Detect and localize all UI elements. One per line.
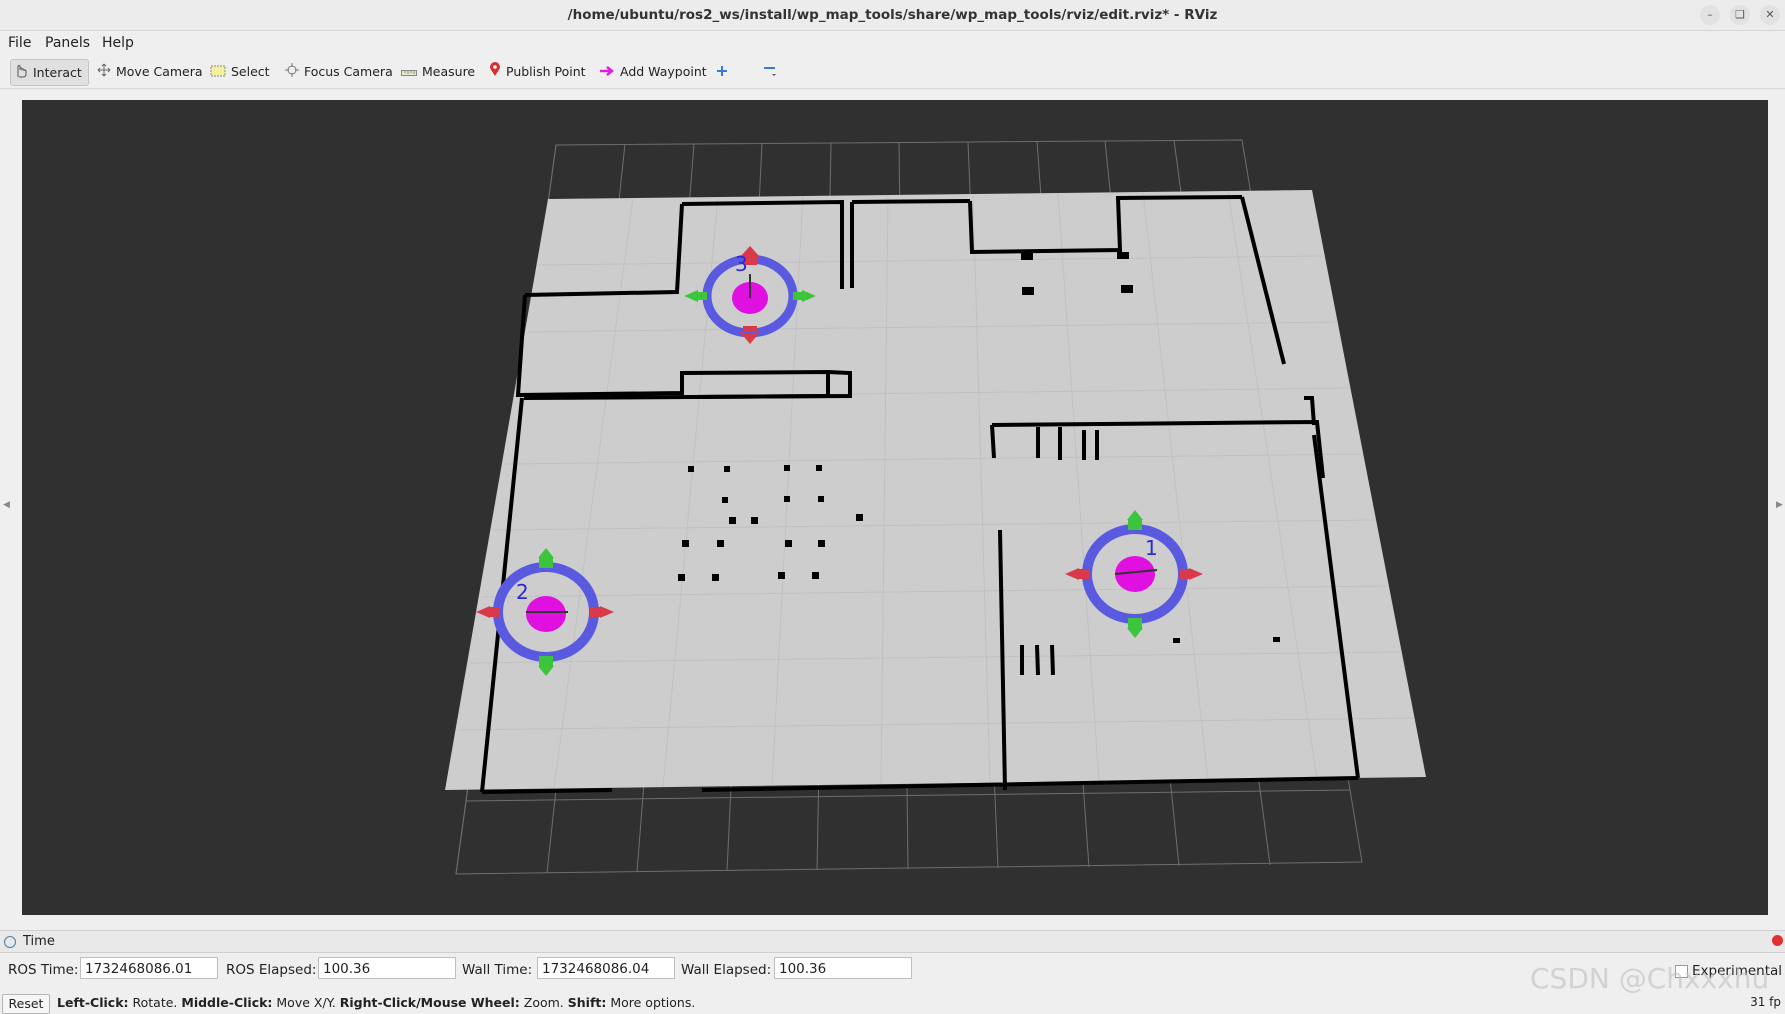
interact-tool-button[interactable]: Interact (10, 59, 89, 86)
time-panel-title: Time (23, 934, 55, 949)
map-render[interactable] (22, 100, 1768, 915)
hint-right-click-text: Zoom. (519, 995, 568, 1010)
select-tool-button[interactable]: Select (210, 59, 270, 84)
ruler-icon (401, 60, 417, 85)
hint-middle-click-text: Move X/Y. (272, 995, 340, 1010)
add-tool-button[interactable] (716, 59, 733, 84)
status-bar: Reset Left-Click: Rotate. Middle-Click: … (0, 992, 1785, 1014)
waypoint-label-2: 2 (516, 580, 529, 604)
ros-time-label: ROS Time: (8, 962, 79, 978)
fps-counter: 31 fp (1750, 995, 1781, 1009)
clock-icon (4, 936, 16, 948)
map-pin-icon (489, 60, 501, 85)
wall-elapsed-field[interactable]: 100.36 (774, 957, 912, 979)
waypoint-marker-1[interactable]: 1 (1065, 510, 1205, 640)
waypoint-icon (684, 246, 816, 344)
move-arrows-icon (97, 60, 111, 85)
interact-label: Interact (33, 65, 82, 80)
hint-shift: Shift: (567, 995, 607, 1010)
hand-pointer-icon (14, 61, 28, 86)
menu-file[interactable]: File (8, 35, 31, 51)
waypoint-marker-2[interactable]: 2 (476, 548, 616, 678)
close-icon[interactable]: ✕ (1760, 5, 1780, 25)
hint-right-click: Right-Click/Mouse Wheel: (339, 995, 520, 1010)
wall-time-label: Wall Time: (462, 962, 533, 978)
time-panel: ROS Time: 1732468086.01 ROS Elapsed: 100… (0, 953, 1785, 985)
measure-label: Measure (422, 64, 476, 79)
waypoint-icon (476, 548, 614, 676)
toolbar: Interact Move Camera Select Focus Camera… (0, 56, 1785, 89)
menu-panels[interactable]: Panels (45, 35, 90, 51)
hint-middle-click: Middle-Click: (181, 995, 273, 1010)
reset-button[interactable]: Reset (2, 994, 50, 1014)
wall-time-field[interactable]: 1732468086.04 (537, 957, 675, 979)
minus-icon (763, 60, 777, 85)
title-bar: /home/ubuntu/ros2_ws/install/wp_map_tool… (0, 0, 1785, 31)
ros-elapsed-label: ROS Elapsed: (226, 962, 317, 978)
hint-shift-text: More options. (606, 995, 696, 1010)
hint-left-click: Left-Click: (57, 995, 129, 1010)
right-dock-handle[interactable]: ▶ (1776, 500, 1783, 510)
move-camera-tool-button[interactable]: Move Camera (97, 59, 203, 84)
move-camera-label: Move Camera (116, 64, 203, 79)
ros-elapsed-field[interactable]: 100.36 (318, 957, 456, 979)
left-dock-handle[interactable]: ◀ (3, 500, 10, 510)
waypoint-arrow-icon (599, 60, 615, 85)
select-box-icon (210, 60, 226, 85)
focus-target-icon (285, 60, 299, 85)
watermark: CSDN @Chxxxhu (1530, 962, 1770, 995)
window-title: /home/ubuntu/ros2_ws/install/wp_map_tool… (567, 7, 1218, 23)
remove-tool-button[interactable] (763, 59, 782, 84)
wall-elapsed-label: Wall Elapsed: (681, 962, 772, 978)
occupancy-map (445, 190, 1426, 790)
time-panel-header: Time (0, 930, 1785, 953)
ros-time-field[interactable]: 1732468086.01 (80, 957, 218, 979)
3d-viewport[interactable]: 3 2 1 (22, 100, 1768, 915)
status-hint: Left-Click: Rotate. Middle-Click: Move X… (57, 995, 695, 1010)
minimize-icon[interactable]: – (1700, 5, 1720, 25)
select-label: Select (231, 64, 270, 79)
measure-tool-button[interactable]: Measure (401, 59, 475, 84)
waypoint-label-3: 3 (735, 252, 748, 276)
hint-left-click-text: Rotate. (128, 995, 182, 1010)
menu-help[interactable]: Help (102, 35, 134, 51)
focus-camera-tool-button[interactable]: Focus Camera (285, 59, 393, 84)
publish-point-label: Publish Point (506, 64, 586, 79)
publish-point-tool-button[interactable]: Publish Point (489, 59, 586, 84)
close-panel-icon[interactable] (1772, 935, 1783, 946)
maximize-icon[interactable]: ❑ (1730, 5, 1750, 25)
waypoint-marker-3[interactable]: 3 (680, 246, 820, 346)
add-waypoint-label: Add Waypoint (620, 64, 707, 79)
add-waypoint-tool-button[interactable]: Add Waypoint (599, 59, 707, 84)
menu-bar: File Panels Help (0, 31, 1785, 55)
waypoint-icon (1065, 510, 1203, 638)
focus-camera-label: Focus Camera (304, 64, 393, 79)
waypoint-label-1: 1 (1145, 536, 1158, 560)
plus-icon (716, 60, 728, 85)
